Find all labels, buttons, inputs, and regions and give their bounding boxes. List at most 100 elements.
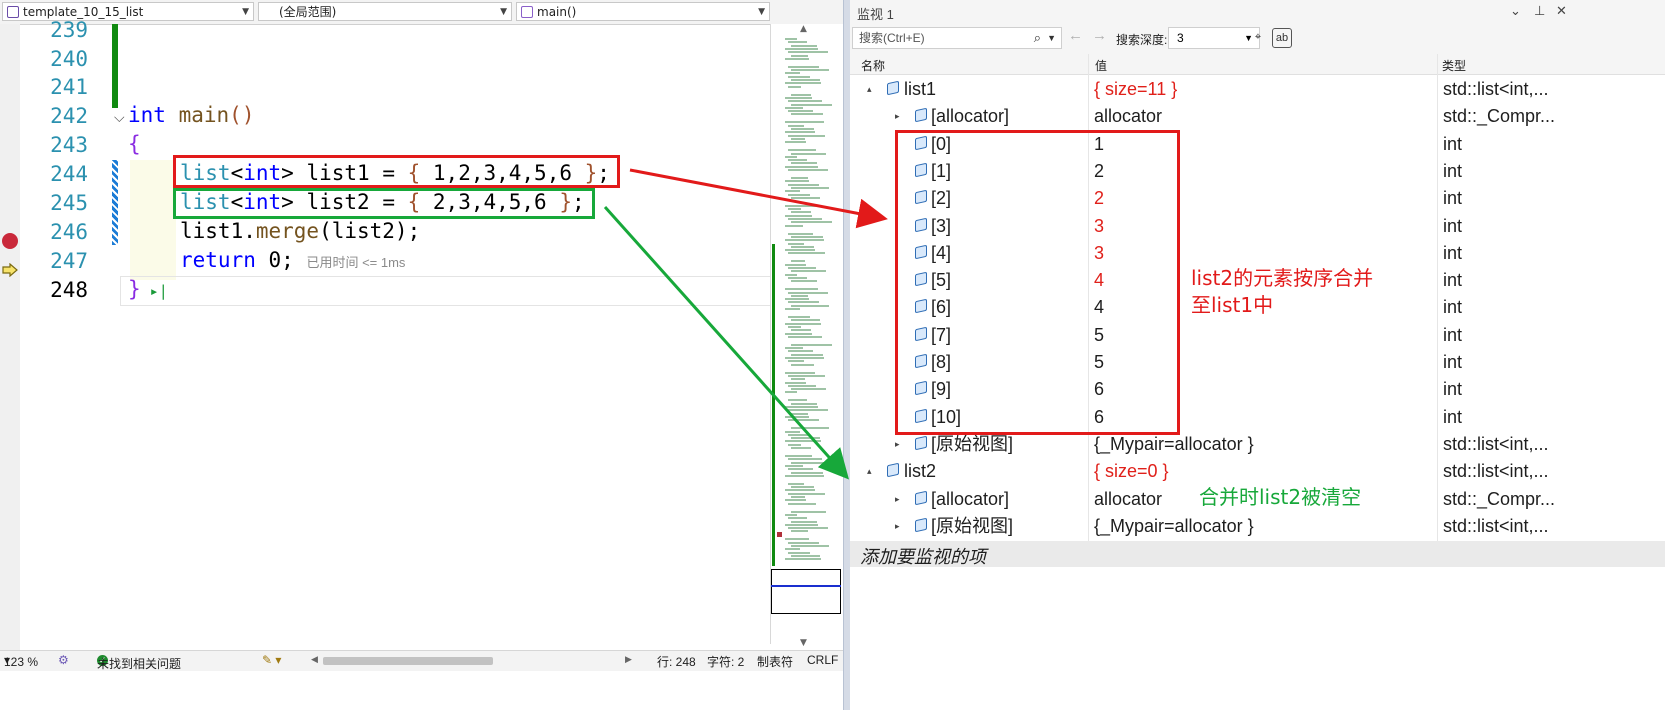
chevron-down-icon[interactable]: ▼ xyxy=(1047,28,1056,48)
minimap-code-line xyxy=(788,159,807,162)
copilot-icon[interactable]: ⚙ xyxy=(58,653,69,667)
minimap-code-line xyxy=(791,461,832,464)
minimap-code-line xyxy=(788,51,828,54)
minimap-viewport[interactable] xyxy=(771,569,841,614)
minimap-code-line xyxy=(785,57,809,60)
minimap-code-line xyxy=(788,242,804,245)
watch-row[interactable]: ▴ list1 { size=11 } std::list<int,... xyxy=(850,76,1665,103)
minimap-code-line xyxy=(791,79,820,81)
breakpoint-icon[interactable] xyxy=(2,233,18,249)
code-editor[interactable]: template_10_15_list▼ (全局范围)▼ main()▼ ✚ 2… xyxy=(0,0,893,710)
back-arrow-icon[interactable]: ← xyxy=(1068,27,1083,44)
watch-row[interactable]: ▸ [allocator] allocator std::_Compr... xyxy=(850,103,1665,130)
line-indicator[interactable]: 行: 248 xyxy=(657,653,696,670)
minimap-code-line xyxy=(788,85,801,88)
watch-row[interactable]: ▴ list2 { size=0 } std::list<int,... xyxy=(850,458,1665,485)
minimap-code-line xyxy=(788,335,822,338)
pin-icon[interactable]: ⊥ xyxy=(1534,3,1545,19)
scroll-left-icon[interactable]: ◀ xyxy=(311,654,318,665)
search-icon[interactable]: ⌕ xyxy=(1034,28,1041,48)
watch-value[interactable]: { size=11 } xyxy=(1094,76,1177,103)
scroll-down-icon[interactable]: ▼ xyxy=(800,638,807,648)
minimap-code-line xyxy=(791,245,814,248)
minimap-code-line xyxy=(788,502,816,505)
collapse-chevron-icon[interactable]: ⌵ xyxy=(114,110,125,126)
issues-label: 未找到相关问题 xyxy=(97,657,182,671)
watch-window[interactable]: 监视 1 ⌄ ⊥ ✕ 搜索(Ctrl+E) ⌕ ▼ ← → 搜索深度: 3 ▼ ⌖… xyxy=(850,0,1665,710)
watch-value[interactable]: {_Mypair=allocator } xyxy=(1094,513,1254,540)
minimap-code-line xyxy=(791,93,811,96)
minimap-code-line xyxy=(785,347,803,350)
code-minimap[interactable] xyxy=(770,24,843,644)
search-depth-select[interactable]: 3 ▼ xyxy=(1168,27,1260,49)
add-watch-row[interactable]: 添加要监视的项 xyxy=(850,541,1665,567)
scope-combo[interactable]: (全局范围) ▼ xyxy=(258,2,512,21)
watch-value[interactable]: allocator xyxy=(1094,486,1162,513)
minimap-code-line xyxy=(788,458,822,461)
zoom-level[interactable]: 123 % ▾ xyxy=(4,653,38,669)
pin-source-icon[interactable]: ⌖ xyxy=(1248,28,1268,48)
scroll-right-icon[interactable]: ▶ xyxy=(625,654,632,665)
code-line-246[interactable]: list1.merge(list2); xyxy=(180,216,420,246)
minimap-code-line xyxy=(788,124,804,127)
close-icon[interactable]: ✕ xyxy=(1556,3,1567,19)
member-combo[interactable]: main() ▼ xyxy=(516,2,770,21)
header-type[interactable]: 类型 xyxy=(1442,57,1466,74)
breakpoint-gutter[interactable] xyxy=(0,24,20,690)
minimap-code-line xyxy=(788,267,816,269)
forward-arrow-icon[interactable]: → xyxy=(1092,27,1107,44)
scroll-up-icon[interactable]: ▲ xyxy=(800,24,807,34)
minimap-code-line xyxy=(791,363,814,366)
editor-status-bar: 123 % ▾ ⚙ ✓ 未找到相关问题 ✎ ▾ ◀ ▶ 行: 248 字符: 2 … xyxy=(0,650,843,671)
line-number: 242 xyxy=(50,104,88,128)
minimap-code-line xyxy=(788,374,825,377)
field-cube-icon xyxy=(915,517,927,533)
code-line-247[interactable]: return 0; 已用时间 <= 1ms xyxy=(180,245,405,275)
watch-value[interactable]: { size=0 } xyxy=(1094,458,1169,485)
watch-name[interactable]: list2 xyxy=(904,458,936,485)
watch-type: int xyxy=(1443,160,1463,181)
watch-name[interactable]: [allocator] xyxy=(931,103,1009,130)
header-name[interactable]: 名称 xyxy=(861,57,885,74)
hex-display-icon[interactable]: ab xyxy=(1272,28,1292,48)
cleanup-brush-icon[interactable]: ✎ ▾ xyxy=(262,653,281,667)
line-number: 245 xyxy=(50,191,88,215)
minimap-code-line xyxy=(785,538,809,541)
expand-triangle-icon[interactable]: ▸ xyxy=(895,513,900,540)
watch-name[interactable]: list1 xyxy=(904,76,936,103)
column-indicator[interactable]: 字符: 2 xyxy=(707,653,744,670)
collapse-triangle-icon[interactable]: ▴ xyxy=(867,458,872,485)
code-line-248[interactable]: } ▸| xyxy=(128,274,168,304)
minimap-code-line xyxy=(788,252,825,255)
watch-search-input[interactable]: 搜索(Ctrl+E) ⌕ ▼ xyxy=(852,27,1062,49)
scrollbar-thumb[interactable] xyxy=(323,657,493,665)
minimap-code-line xyxy=(788,41,807,44)
watch-name[interactable]: [原始视图] xyxy=(931,513,1013,540)
chevron-down-icon: ▼ xyxy=(242,7,249,17)
header-value[interactable]: 值 xyxy=(1095,57,1107,74)
minimap-code-line xyxy=(788,193,810,196)
code-token: } xyxy=(128,277,141,301)
minimap-code-line xyxy=(791,177,808,179)
line-ending-indicator[interactable]: CRLF xyxy=(807,653,838,667)
watch-value[interactable]: allocator xyxy=(1094,103,1162,130)
watch-name[interactable]: [allocator] xyxy=(931,486,1009,513)
minimap-code-line xyxy=(785,415,809,418)
expand-triangle-icon[interactable]: ▸ xyxy=(895,486,900,513)
run-to-here-icon[interactable]: ▸| xyxy=(141,282,168,300)
horizontal-scrollbar[interactable]: ◀ ▶ xyxy=(311,654,632,665)
minimap-code-line xyxy=(785,96,812,99)
expand-triangle-icon[interactable]: ▸ xyxy=(895,103,900,130)
elapsed-time-hint[interactable]: 已用时间 <= 1ms xyxy=(306,255,405,270)
collapse-triangle-icon[interactable]: ▴ xyxy=(867,76,872,103)
code-line-242[interactable]: int main() xyxy=(128,100,254,130)
watch-row[interactable]: ▸ [原始视图] {_Mypair=allocator } std::list<int… xyxy=(850,513,1665,540)
line-number: 240 xyxy=(50,47,88,71)
minimap-code-line xyxy=(791,388,826,391)
code-line-243[interactable]: { xyxy=(128,129,141,159)
minimap-change-marker xyxy=(772,244,775,566)
dropdown-icon[interactable]: ⌄ xyxy=(1510,3,1521,19)
minimap-code-line xyxy=(791,260,805,263)
tabs-indicator[interactable]: 制表符 xyxy=(757,653,793,670)
search-placeholder: 搜索(Ctrl+E) xyxy=(859,31,925,45)
